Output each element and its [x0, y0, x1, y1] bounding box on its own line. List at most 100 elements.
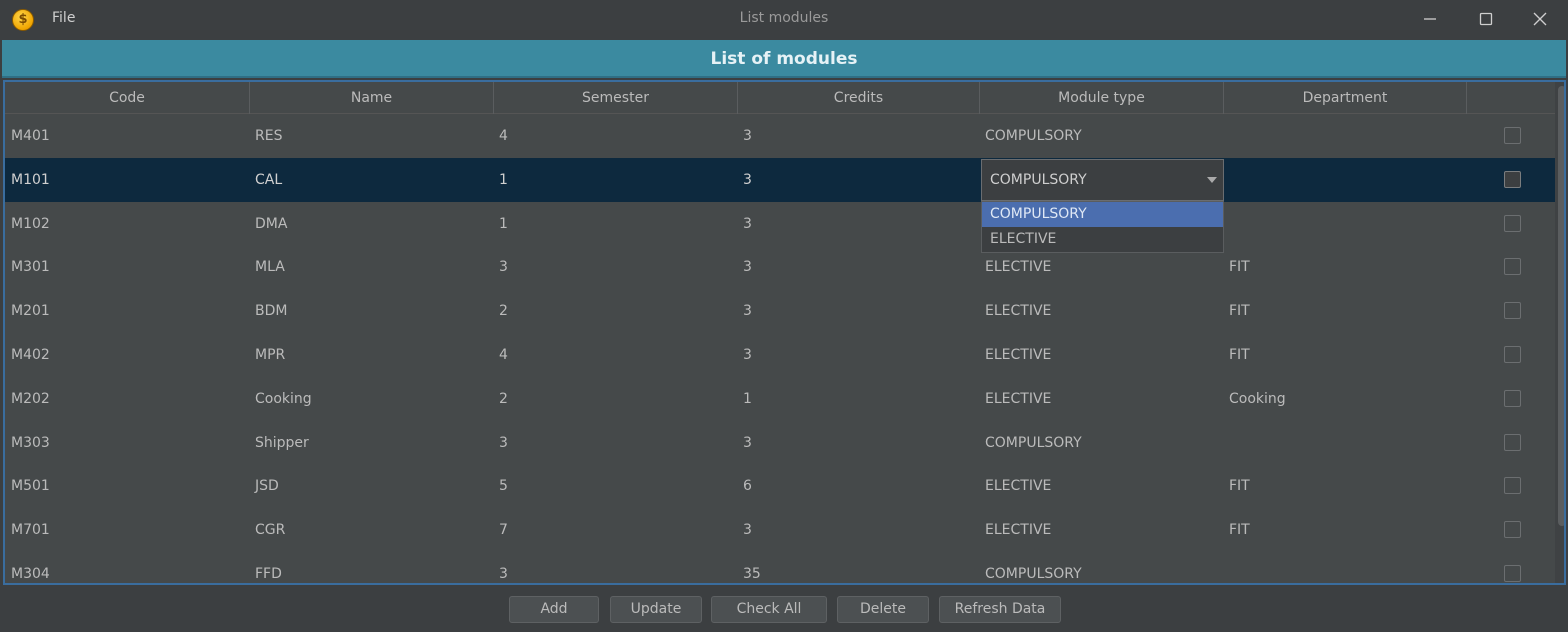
cell-department[interactable] [1225, 114, 1229, 158]
column-header-name[interactable]: Name [250, 82, 494, 114]
cell-semester[interactable]: 7 [495, 508, 508, 552]
cell-credits[interactable]: 3 [739, 508, 752, 552]
cell-department[interactable] [1225, 202, 1229, 246]
cell-name[interactable]: BDM [251, 289, 287, 333]
cell-semester[interactable]: 3 [495, 552, 508, 583]
cell-credits[interactable]: 3 [739, 114, 752, 158]
column-header-credits[interactable]: Credits [738, 82, 980, 114]
row-checkbox[interactable] [1504, 346, 1521, 363]
cell-credits[interactable]: 3 [739, 202, 752, 246]
cell-credits[interactable]: 3 [739, 289, 752, 333]
cell-semester[interactable]: 1 [495, 202, 508, 246]
update-button[interactable]: Update [610, 596, 702, 623]
cell-code[interactable]: M501 [7, 464, 50, 508]
cell-name[interactable]: CGR [251, 508, 285, 552]
cell-name[interactable]: Shipper [251, 421, 309, 465]
cell-department[interactable] [1225, 421, 1229, 465]
cell-type[interactable]: ELECTIVE [981, 508, 1051, 552]
check-all-button[interactable]: Check All [711, 596, 827, 623]
cell-name[interactable]: RES [251, 114, 282, 158]
cell-department[interactable]: Cooking [1225, 377, 1286, 421]
cell-department[interactable]: FIT [1225, 464, 1250, 508]
row-checkbox[interactable] [1504, 433, 1521, 451]
cell-semester[interactable]: 3 [495, 421, 508, 465]
cell-semester[interactable]: 3 [495, 245, 508, 289]
cell-name[interactable]: Cooking [251, 377, 312, 421]
row-checkbox[interactable] [1504, 214, 1521, 232]
table-row[interactable]: M301 MLA 3 3 ELECTIVE FIT [5, 245, 1555, 289]
cell-credits[interactable]: 6 [739, 464, 752, 508]
table-row[interactable]: M304 FFD 3 35 COMPULSORY [5, 552, 1555, 583]
cell-code[interactable]: M301 [7, 245, 50, 289]
cell-type[interactable]: ELECTIVE [981, 464, 1051, 508]
cell-department[interactable]: FIT [1225, 245, 1250, 289]
dropdown-option-compulsory[interactable]: COMPULSORY [982, 202, 1223, 227]
cell-type[interactable]: ELECTIVE [981, 377, 1051, 421]
add-button[interactable]: Add [509, 596, 599, 623]
column-header-check[interactable] [1467, 82, 1555, 114]
chevron-down-icon[interactable] [1207, 177, 1217, 183]
column-header-department[interactable]: Department [1224, 82, 1467, 114]
cell-code[interactable]: M102 [7, 202, 50, 246]
column-header-semester[interactable]: Semester [494, 82, 738, 114]
cell-type[interactable]: COMPULSORY [981, 114, 1082, 158]
cell-credits[interactable]: 1 [739, 377, 752, 421]
cell-name[interactable]: FFD [251, 552, 282, 583]
cell-name[interactable]: MPR [251, 333, 285, 377]
cell-department[interactable]: FIT [1225, 508, 1250, 552]
cell-department[interactable] [1225, 552, 1229, 583]
row-checkbox[interactable] [1504, 127, 1521, 144]
table-row[interactable]: M402 MPR 4 3 ELECTIVE FIT [5, 333, 1555, 377]
vertical-scrollbar[interactable] [1555, 82, 1564, 583]
table-row[interactable]: M201 BDM 2 3 ELECTIVE FIT [5, 289, 1555, 333]
cell-semester[interactable]: 1 [495, 158, 508, 202]
row-checkbox[interactable] [1504, 302, 1521, 320]
table-row[interactable]: M401 RES 4 3 COMPULSORY [5, 114, 1555, 158]
cell-department[interactable]: FIT [1225, 289, 1250, 333]
minimize-button[interactable] [1402, 0, 1458, 40]
cell-type[interactable]: ELECTIVE [981, 289, 1051, 333]
cell-name[interactable]: DMA [251, 202, 287, 246]
cell-name[interactable]: CAL [251, 158, 282, 202]
refresh-data-button[interactable]: Refresh Data [939, 596, 1061, 623]
cell-code[interactable]: M101 [7, 158, 50, 202]
cell-semester[interactable]: 5 [495, 464, 508, 508]
delete-button[interactable]: Delete [837, 596, 929, 623]
cell-credits[interactable]: 3 [739, 421, 752, 465]
cell-semester[interactable]: 4 [495, 333, 508, 377]
row-checkbox[interactable] [1504, 565, 1521, 582]
cell-credits[interactable]: 3 [739, 333, 752, 377]
column-header-module-type[interactable]: Module type [980, 82, 1224, 114]
row-checkbox[interactable] [1504, 389, 1521, 407]
table-row[interactable]: M501 JSD 5 6 ELECTIVE FIT [5, 464, 1555, 508]
cell-code[interactable]: M304 [7, 552, 50, 583]
row-checkbox[interactable] [1504, 258, 1521, 276]
column-header-code[interactable]: Code [5, 82, 250, 114]
cell-name[interactable]: JSD [251, 464, 279, 508]
row-checkbox[interactable] [1504, 477, 1521, 495]
table-row[interactable]: M101 CAL 1 3 [5, 157, 1555, 202]
dropdown-option-elective[interactable]: ELECTIVE [982, 227, 1223, 252]
cell-semester[interactable]: 2 [495, 377, 508, 421]
cell-credits[interactable]: 35 [739, 552, 761, 583]
cell-credits[interactable]: 3 [739, 158, 752, 202]
cell-department[interactable] [1225, 158, 1229, 202]
row-checkbox[interactable] [1504, 170, 1521, 188]
cell-name[interactable]: MLA [251, 245, 285, 289]
cell-code[interactable]: M303 [7, 421, 50, 465]
cell-code[interactable]: M402 [7, 333, 50, 377]
cell-credits[interactable]: 3 [739, 245, 752, 289]
table-row[interactable]: M303 Shipper 3 3 COMPULSORY [5, 421, 1555, 465]
maximize-button[interactable] [1458, 0, 1514, 40]
table-row[interactable]: M701 CGR 7 3 ELECTIVE FIT [5, 508, 1555, 552]
cell-code[interactable]: M701 [7, 508, 50, 552]
cell-type[interactable]: COMPULSORY [981, 552, 1082, 583]
cell-type[interactable]: COMPULSORY [981, 421, 1082, 465]
cell-code[interactable]: M201 [7, 289, 50, 333]
table-row[interactable]: M202 Cooking 2 1 ELECTIVE Cooking [5, 377, 1555, 421]
row-checkbox[interactable] [1504, 521, 1521, 539]
cell-type[interactable]: ELECTIVE [981, 333, 1051, 377]
module-type-combo[interactable]: COMPULSORY [981, 159, 1224, 201]
cell-code[interactable]: M401 [7, 114, 50, 158]
close-button[interactable] [1512, 0, 1568, 40]
